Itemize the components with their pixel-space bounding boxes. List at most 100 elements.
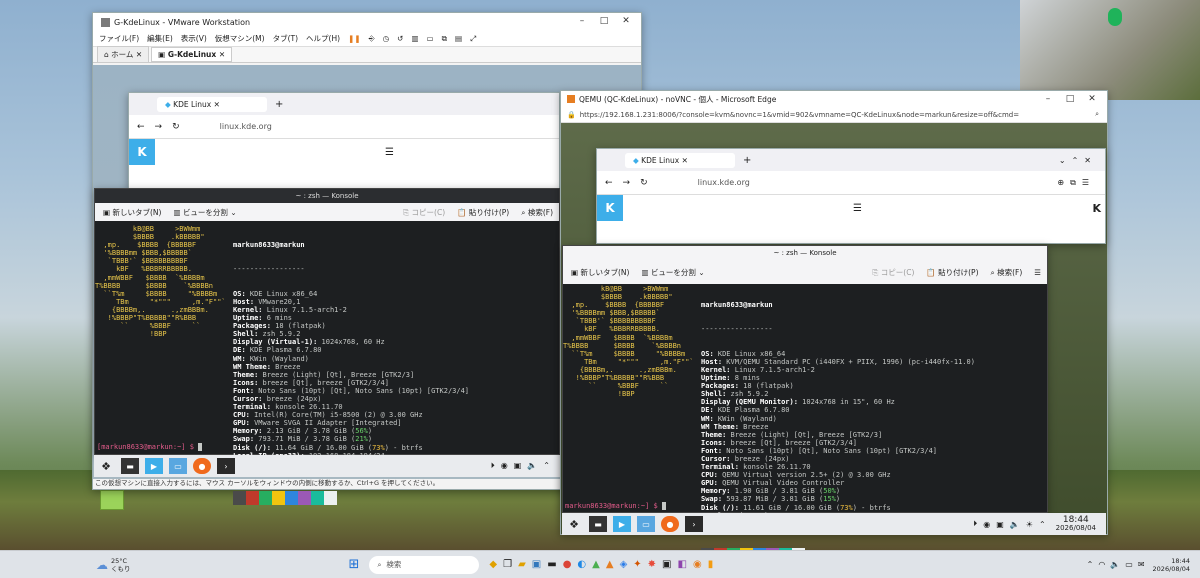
- app-launcher-icon[interactable]: ❖: [97, 458, 115, 474]
- window-controls[interactable]: ⌄⌃✕: [1059, 156, 1097, 165]
- menu-file[interactable]: ファイル(F): [99, 33, 139, 44]
- network-icon[interactable]: ◉: [501, 461, 508, 471]
- tray-expand-icon[interactable]: ⌃: [1039, 520, 1046, 529]
- task-view-icon[interactable]: ❐: [503, 559, 512, 570]
- desktop-pager-icon[interactable]: ▬: [121, 458, 139, 474]
- copy-button[interactable]: ⎘ コピー(C): [872, 267, 914, 278]
- terminal-icon[interactable]: ▬: [547, 559, 556, 570]
- battery-icon[interactable]: ▭: [1125, 560, 1133, 569]
- discover-icon[interactable]: ▶: [613, 516, 631, 532]
- hamburger-icon[interactable]: ☰: [385, 147, 394, 158]
- kde-clock[interactable]: 18:44 2026/08/04: [1056, 516, 1096, 533]
- discover-icon[interactable]: ▶: [145, 458, 163, 474]
- taskbar-clock[interactable]: 18:44 2026/08/04: [1153, 557, 1190, 573]
- tab-vm[interactable]: ▣ G-KdeLinux ✕: [151, 47, 233, 62]
- prompt-right[interactable]: markun8633@markun:~] $: [565, 502, 667, 511]
- snapshot-icon[interactable]: ◷: [383, 34, 390, 43]
- dolphin-icon[interactable]: ▭: [169, 458, 187, 474]
- paste-button[interactable]: 📋 貼り付け(P): [926, 267, 978, 278]
- close-button[interactable]: ✕: [615, 13, 637, 29]
- maximize-button[interactable]: □: [593, 13, 615, 29]
- revert-icon[interactable]: ↺: [397, 34, 403, 43]
- toolbar-icons[interactable]: ⊕⧉☰: [1057, 178, 1095, 188]
- paste-button[interactable]: 📋 貼り付け(P): [457, 207, 509, 218]
- minimize-button[interactable]: –: [571, 13, 593, 29]
- app-icon-3[interactable]: ◈: [620, 559, 628, 570]
- weather-icon[interactable]: ☁: [96, 558, 108, 572]
- menu-edit[interactable]: 編集(E): [147, 33, 173, 44]
- split-view-button[interactable]: ▥ ビューを分割 ⌄: [173, 207, 236, 218]
- fullscreen-icon[interactable]: ▭: [427, 34, 434, 43]
- new-tab-button[interactable]: +: [743, 155, 751, 166]
- edge-icon[interactable]: ◐: [577, 559, 586, 570]
- firefox-icon[interactable]: ●: [193, 458, 211, 474]
- weather-widget[interactable]: 25°C くもり: [111, 557, 131, 573]
- desktop-vm-icon[interactable]: [100, 490, 124, 510]
- console-icon[interactable]: ▤: [455, 34, 462, 43]
- app-icon-8[interactable]: ◉: [693, 559, 702, 570]
- konsole-icon[interactable]: ›: [217, 458, 235, 474]
- app-icon-7[interactable]: ◧: [678, 559, 687, 570]
- volume-icon[interactable]: 🔈: [527, 461, 537, 471]
- pause-icon[interactable]: ❚❚: [348, 34, 361, 43]
- new-tab-button[interactable]: ▣ 新しいタブ(N): [571, 267, 629, 278]
- desktop-pager-icon[interactable]: ▬: [589, 516, 607, 532]
- url-field[interactable]: linux.kde.org: [220, 122, 272, 131]
- app-icon-4[interactable]: ✦: [633, 559, 641, 570]
- konsole-icon[interactable]: ›: [685, 516, 703, 532]
- taskbar-search[interactable]: ⌕ 検索: [369, 555, 480, 574]
- minimize-button[interactable]: –: [1037, 91, 1059, 107]
- media-icon[interactable]: ⏵: [491, 461, 495, 471]
- tab-home[interactable]: ⌂ ホーム ✕: [97, 46, 150, 63]
- reload-icon[interactable]: ↻: [172, 122, 180, 132]
- media-icon[interactable]: ⏵: [973, 519, 977, 529]
- hamburger-icon[interactable]: ☰: [853, 203, 862, 214]
- url-field[interactable]: linux.kde.org: [698, 178, 750, 187]
- store-icon[interactable]: ▣: [532, 559, 541, 570]
- menu-vm[interactable]: 仮想マシン(M): [215, 33, 265, 44]
- app-icon-5[interactable]: ✸: [648, 559, 656, 570]
- firefox-icon[interactable]: ●: [661, 516, 679, 532]
- back-icon[interactable]: ←: [605, 178, 613, 188]
- menu-help[interactable]: ヘルプ(H): [306, 33, 340, 44]
- volume-icon[interactable]: 🔈: [1010, 520, 1020, 529]
- reload-icon[interactable]: ↻: [640, 178, 648, 188]
- explorer-icon[interactable]: ▰: [518, 559, 526, 570]
- tray-expand-icon[interactable]: ⌃: [543, 461, 550, 471]
- find-button[interactable]: ⌕ 検索(F): [521, 207, 553, 218]
- new-tab-button[interactable]: ▣ 新しいタブ(N): [103, 207, 161, 218]
- hamburger-icon[interactable]: ☰: [1034, 268, 1041, 277]
- browser-right-tab[interactable]: ◆ KDE Linux ✕: [625, 152, 735, 168]
- copilot-icon[interactable]: ◆: [489, 559, 497, 570]
- browser-left-tab[interactable]: ◆ KDE Linux ✕: [157, 96, 267, 112]
- forward-icon[interactable]: →: [623, 178, 631, 188]
- app-icon-2[interactable]: ▲: [606, 559, 614, 570]
- send-keys-icon[interactable]: ⎆: [369, 34, 375, 44]
- maximize-button[interactable]: □: [1059, 91, 1081, 107]
- library-icon[interactable]: ▥: [411, 34, 418, 43]
- prompt-left[interactable]: [markun8633@markun:~] $: [97, 443, 203, 452]
- search-icon[interactable]: ⌕: [1095, 110, 1099, 119]
- tray-expand-icon[interactable]: ⌃: [1087, 560, 1094, 569]
- dolphin-icon[interactable]: ▭: [637, 516, 655, 532]
- find-button[interactable]: ⌕ 検索(F): [991, 267, 1023, 278]
- close-button[interactable]: ✕: [1081, 91, 1103, 107]
- stretch-icon[interactable]: ⤢: [470, 34, 476, 44]
- menu-tab[interactable]: タブ(T): [273, 33, 298, 44]
- split-view-button[interactable]: ▥ ビューを分割 ⌄: [641, 267, 704, 278]
- start-icon[interactable]: ⊞: [349, 557, 360, 572]
- wifi-icon[interactable]: ◠: [1098, 560, 1105, 569]
- copy-button[interactable]: ⎘ コピー(C): [403, 207, 445, 218]
- unity-icon[interactable]: ⧉: [442, 34, 447, 44]
- network-icon[interactable]: ◉: [983, 520, 990, 529]
- edge-url-field[interactable]: https://192.168.1.231:8006/?console=kvm&…: [580, 111, 1019, 119]
- new-tab-button[interactable]: +: [275, 99, 283, 110]
- brightness-icon[interactable]: ☀: [1026, 520, 1033, 529]
- clipboard-icon[interactable]: ▣: [996, 520, 1004, 529]
- notification-icon[interactable]: ✉: [1138, 560, 1145, 569]
- forward-icon[interactable]: →: [155, 122, 163, 132]
- chrome-icon[interactable]: ●: [563, 559, 572, 570]
- app-icon-6[interactable]: ▣: [662, 559, 671, 570]
- app-icon-9[interactable]: ▮: [708, 559, 714, 570]
- clipboard-icon[interactable]: ▣: [514, 461, 522, 471]
